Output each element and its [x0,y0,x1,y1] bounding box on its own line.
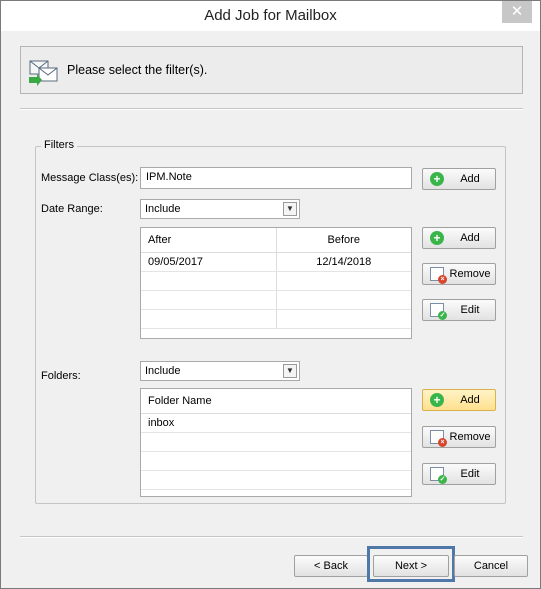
date-range-label: Date Range: [41,203,103,215]
folders-grid[interactable]: Folder Name inbox [140,388,412,497]
column-header-after[interactable]: After [141,228,277,253]
folders-mode-select[interactable]: Include ▼ [140,361,300,381]
chevron-down-icon[interactable]: ▼ [283,202,297,216]
back-button[interactable]: < Back [294,555,368,577]
table-row [141,470,411,490]
cancel-button[interactable]: Cancel [454,555,528,577]
remove-document-icon: × [430,267,447,284]
remove-document-icon: × [430,430,447,447]
date-range-edit-button[interactable]: ✓ Edit [422,299,496,321]
table-row[interactable]: inbox [141,413,411,433]
folders-header-row: Folder Name [141,389,411,414]
date-range-remove-button[interactable]: × Remove [422,263,496,285]
table-row [141,309,411,329]
date-range-header-row: After Before [141,228,411,253]
folder-name-cell: inbox [141,413,411,433]
date-range-grid[interactable]: After Before 09/05/2017 12/14/2018 [140,227,412,339]
date-range-mode-value: Include [145,203,181,215]
chevron-down-icon[interactable]: ▼ [283,364,297,378]
column-header-before[interactable]: Before [276,228,411,253]
folders-mode-value: Include [145,365,181,377]
column-header-folder-name[interactable]: Folder Name [141,389,411,414]
message-class-label: Message Class(es): [41,172,139,184]
instruction-panel: Please select the filter(s). [20,46,523,94]
folders-remove-button[interactable]: × Remove [422,426,496,448]
folders-edit-button[interactable]: ✓ Edit [422,463,496,485]
table-row [141,271,411,291]
window-title: Add Job for Mailbox [204,7,337,24]
footer-separator [20,536,523,538]
table-row [141,432,411,452]
edit-document-icon: ✓ [430,303,447,320]
edit-document-icon: ✓ [430,467,447,484]
date-range-add-button[interactable]: + Add [422,227,496,249]
next-button[interactable]: Next > [373,555,449,577]
table-row [141,290,411,310]
table-row [141,451,411,471]
after-cell: 09/05/2017 [141,252,277,272]
date-range-mode-select[interactable]: Include ▼ [140,199,300,219]
folders-add-button[interactable]: + Add [422,389,496,411]
close-button[interactable]: ✕ [502,1,532,23]
before-cell: 12/14/2018 [276,252,411,272]
plus-icon: + [430,393,444,407]
table-row[interactable]: 09/05/2017 12/14/2018 [141,252,411,272]
filters-legend: Filters [41,139,77,151]
folders-label: Folders: [41,370,81,382]
instruction-text: Please select the filter(s). [67,63,208,77]
add-job-dialog: Add Job for Mailbox ✕ Please select the … [0,0,541,589]
message-class-input[interactable]: IPM.Note [140,167,412,189]
title-bar: Add Job for Mailbox ✕ [1,1,540,31]
plus-icon: + [430,172,444,186]
header-separator [20,108,523,110]
message-class-add-button[interactable]: + Add [422,168,496,190]
mailbox-filter-icon [29,60,58,86]
plus-icon: + [430,231,444,245]
